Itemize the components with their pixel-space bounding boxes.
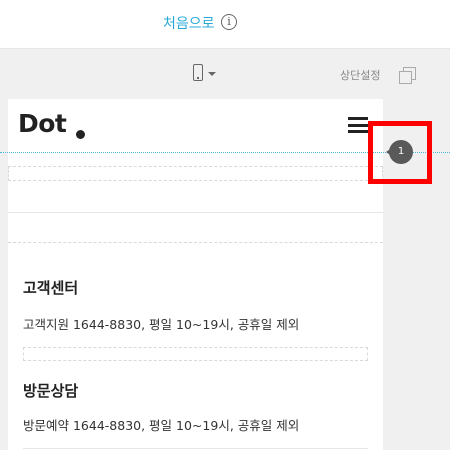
section-title-visit-consult: 방문상담 xyxy=(23,382,79,400)
logo-dot xyxy=(76,130,85,139)
section-text-visit-consult: 방문예약 1644-8830, 평일 10~19시, 공휴일 제외 xyxy=(23,418,300,433)
top-bar: 처음으로 i xyxy=(0,0,450,49)
empty-block[interactable] xyxy=(8,242,383,244)
fixed-top-setting-label[interactable]: 상단설정 xyxy=(340,67,380,83)
empty-block[interactable] xyxy=(23,347,368,361)
editor-toolbar: 상단설정 xyxy=(0,49,450,99)
hamburger-menu-icon[interactable] xyxy=(348,117,368,133)
empty-block[interactable] xyxy=(8,166,383,181)
logo[interactable]: Dot xyxy=(18,109,67,138)
mobile-device-icon[interactable] xyxy=(193,64,203,81)
caret-down-icon[interactable] xyxy=(208,72,216,76)
section-title-customer-center: 고객센터 xyxy=(23,279,79,297)
section-text-customer-center: 고객지원 1644-8830, 평일 10~19시, 공휴일 제외 xyxy=(23,317,300,332)
info-icon[interactable]: i xyxy=(221,14,237,30)
home-link[interactable]: 처음으로 xyxy=(163,13,215,33)
highlight-box xyxy=(368,121,432,184)
divider xyxy=(8,212,383,213)
divider xyxy=(23,448,368,449)
copy-icon[interactable] xyxy=(399,67,417,85)
